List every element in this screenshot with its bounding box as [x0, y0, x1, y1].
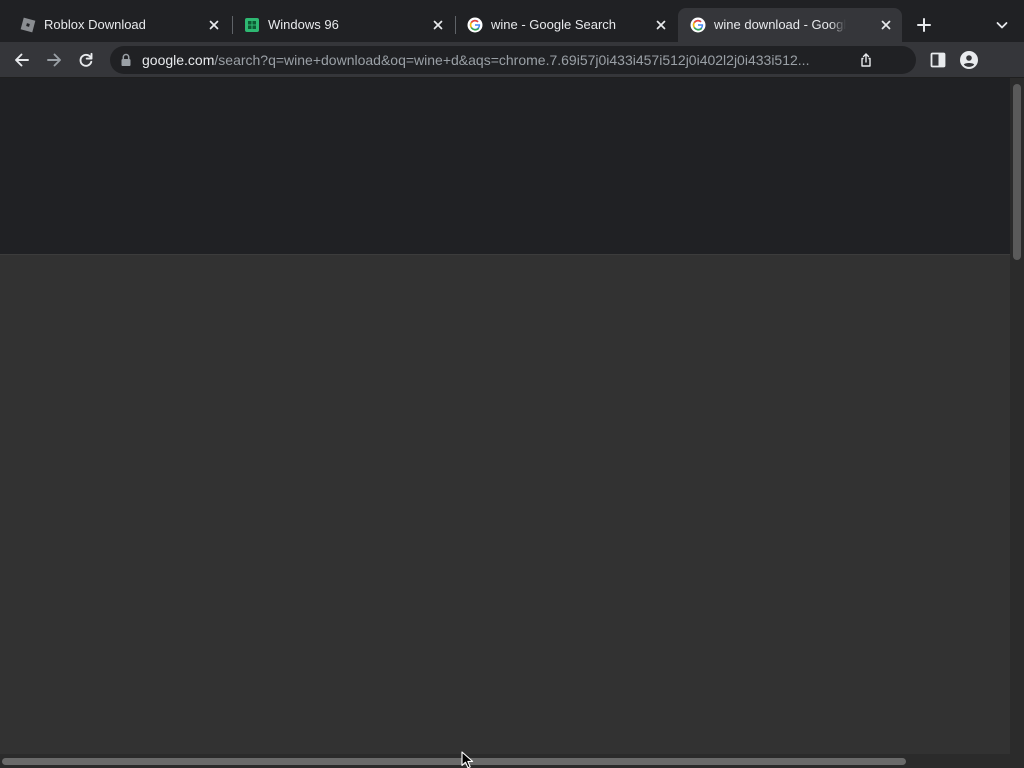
- address-bar[interactable]: google.com/search?q=wine+download&oq=win…: [110, 46, 916, 74]
- plus-icon[interactable]: [914, 15, 934, 35]
- browser-window: Roblox Download Windows 96 wine - Google…: [0, 0, 1024, 768]
- google-icon: [467, 17, 483, 33]
- tab-strip: Roblox Download Windows 96 wine - Google…: [0, 0, 1024, 42]
- tab-title: wine download - Google Search: [714, 17, 846, 32]
- roblox-icon: [20, 17, 36, 33]
- lock-icon[interactable]: [120, 53, 132, 67]
- chevron-down-icon[interactable]: [992, 15, 1012, 35]
- close-icon[interactable]: [653, 17, 669, 33]
- close-icon[interactable]: [206, 17, 222, 33]
- side-panel-icon[interactable]: [928, 50, 948, 70]
- tab-wine-download-google-search[interactable]: wine download - Google Search: [678, 8, 902, 42]
- url-text[interactable]: google.com/search?q=wine+download&oq=win…: [142, 52, 854, 70]
- tab-windows-96[interactable]: Windows 96: [232, 8, 454, 42]
- close-icon[interactable]: [430, 17, 446, 33]
- tab-title: Windows 96: [268, 17, 339, 32]
- mouse-cursor-icon: [461, 751, 474, 768]
- horizontal-scrollbar-thumb[interactable]: [2, 758, 906, 765]
- url-host: google.com: [142, 52, 215, 68]
- page-header-band: [0, 78, 1010, 255]
- horizontal-scrollbar[interactable]: [0, 754, 1010, 768]
- tab-title: wine - Google Search: [491, 17, 617, 32]
- back-arrow-icon[interactable]: [12, 50, 32, 70]
- share-icon[interactable]: [858, 52, 874, 68]
- tab-wine-google-search[interactable]: wine - Google Search: [455, 8, 677, 42]
- page-content: [0, 78, 1010, 754]
- scrollbar-corner: [1010, 754, 1024, 768]
- vertical-scrollbar-thumb[interactable]: [1013, 84, 1021, 260]
- google-icon: [690, 17, 706, 33]
- reload-icon[interactable]: [76, 50, 96, 70]
- windows96-icon: [245, 18, 259, 32]
- forward-arrow-icon[interactable]: [44, 50, 64, 70]
- toolbar: google.com/search?q=wine+download&oq=win…: [0, 42, 1024, 78]
- tab-title: Roblox Download: [44, 17, 146, 32]
- profile-avatar-icon[interactable]: [959, 50, 979, 70]
- close-icon[interactable]: [878, 17, 894, 33]
- vertical-scrollbar[interactable]: [1010, 78, 1024, 754]
- tab-roblox-download[interactable]: Roblox Download: [8, 8, 230, 42]
- url-path: /search?q=wine+download&oq=wine+d&aqs=ch…: [214, 52, 810, 68]
